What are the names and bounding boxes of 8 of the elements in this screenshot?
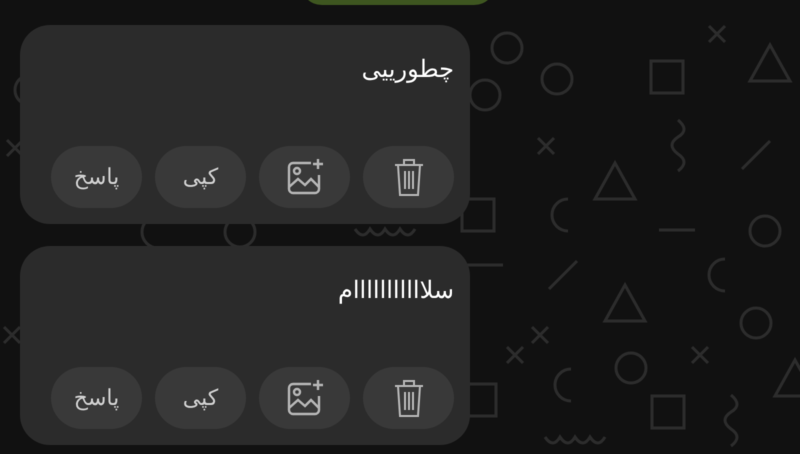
message-text: چطورییی	[362, 55, 454, 84]
trash-icon	[392, 157, 424, 197]
reply-button[interactable]: پاسخ	[51, 367, 142, 429]
trash-icon	[392, 378, 424, 418]
reply-button[interactable]: پاسخ	[51, 146, 142, 208]
message-text: سلااااااااااام	[338, 276, 454, 305]
copy-button[interactable]: کپی	[155, 146, 246, 208]
copy-button[interactable]: کپی	[155, 367, 246, 429]
